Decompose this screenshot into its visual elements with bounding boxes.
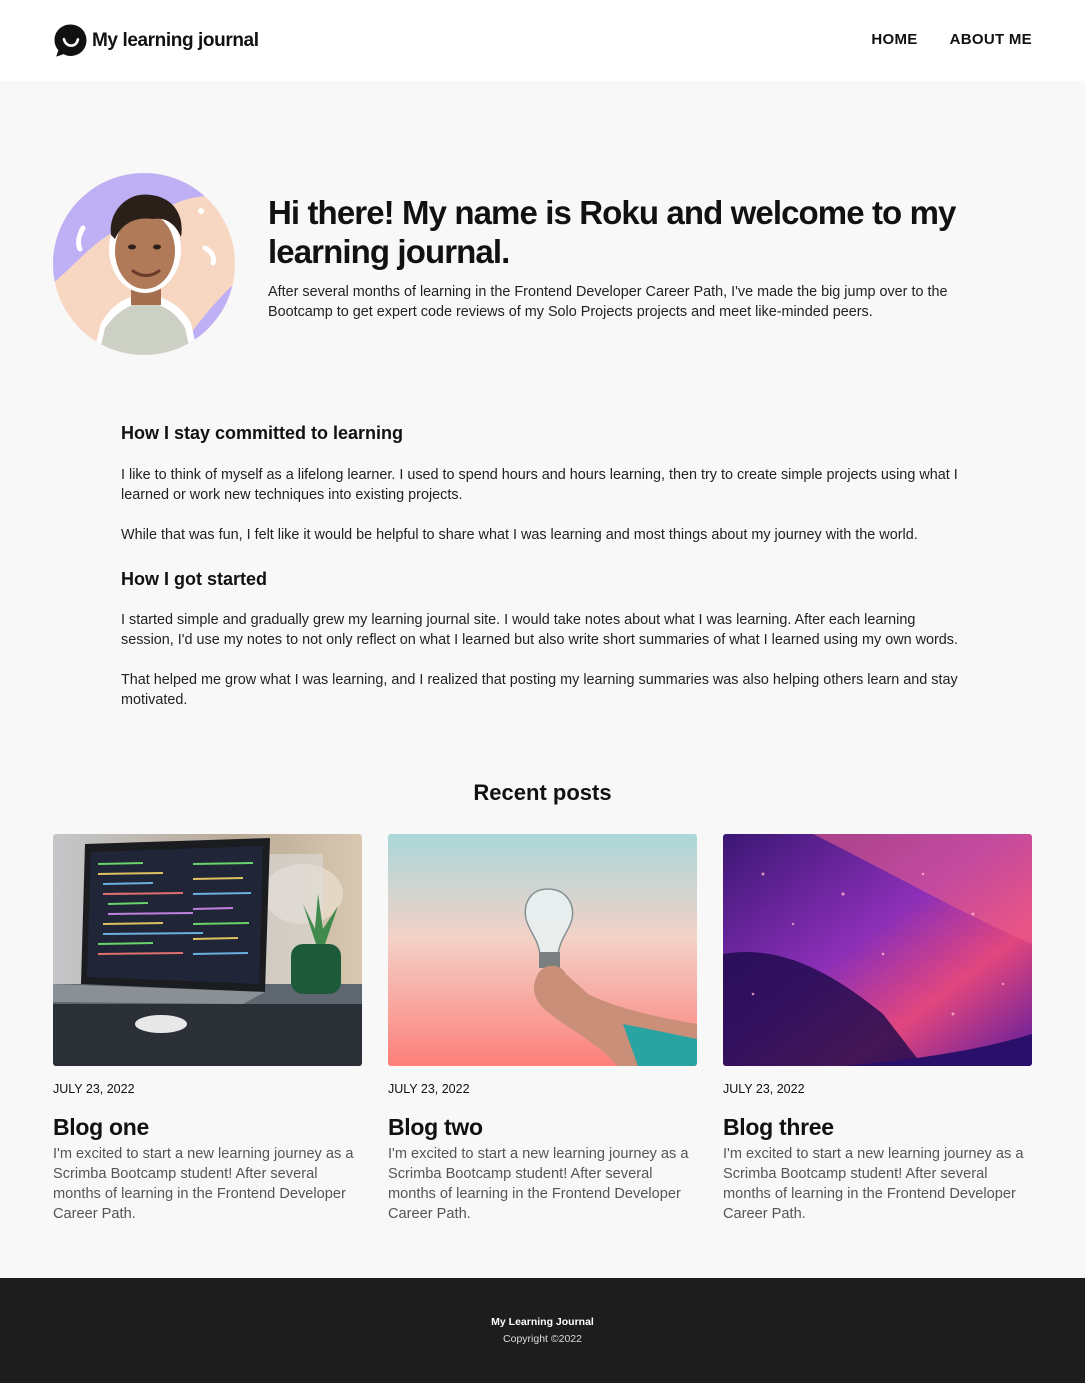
- hero-text: After several months of learning in the …: [268, 284, 948, 320]
- article-paragraph: I like to think of myself as a lifelong …: [121, 467, 958, 503]
- post-card[interactable]: JULY 23, 2022 Blog one I'm excited to st…: [53, 834, 362, 1224]
- about-article: How I stay committed to learning I like …: [121, 421, 966, 710]
- post-title[interactable]: Blog one: [53, 1113, 362, 1141]
- article-heading-started: How I got started: [121, 569, 268, 589]
- post-image[interactable]: [53, 834, 362, 1066]
- post-card[interactable]: JULY 23, 2022 Blog two I'm excited to st…: [388, 834, 697, 1224]
- site-header: My learning journal HOME ABOUT ME: [0, 0, 1085, 81]
- post-excerpt: I'm excited to start a new learning jour…: [388, 1146, 689, 1222]
- laptop-code-photo: [53, 834, 362, 1066]
- footer-title: My Learning Journal: [491, 1316, 594, 1328]
- footer-copyright: Copyright ©2022: [503, 1333, 582, 1345]
- hero-title: Hi there! My name is Roku and welcome to…: [268, 194, 956, 270]
- avatar: [53, 173, 235, 355]
- post-title[interactable]: Blog two: [388, 1113, 697, 1141]
- main-nav: HOME ABOUT ME: [871, 31, 1032, 48]
- post-excerpt: I'm excited to start a new learning jour…: [723, 1146, 1024, 1222]
- chat-smile-icon: [54, 24, 87, 57]
- post-card[interactable]: JULY 23, 2022 Blog three I'm excited to …: [723, 834, 1032, 1224]
- post-image[interactable]: [723, 834, 1032, 1066]
- post-excerpt: I'm excited to start a new learning jour…: [53, 1146, 354, 1222]
- profile-photo: [53, 173, 235, 355]
- nav-about-me-link[interactable]: ABOUT ME: [950, 31, 1032, 48]
- article-paragraph: I started simple and gradually grew my l…: [121, 612, 959, 648]
- post-date: JULY 23, 2022: [388, 1082, 470, 1096]
- recent-posts-title: Recent posts: [473, 780, 612, 805]
- post-title[interactable]: Blog three: [723, 1113, 1032, 1141]
- post-date: JULY 23, 2022: [53, 1082, 135, 1096]
- lightbulb-hand-photo: [388, 834, 697, 1066]
- hero-section: Hi there! My name is Roku and welcome to…: [53, 173, 1033, 355]
- post-date: JULY 23, 2022: [723, 1082, 805, 1096]
- site-footer: My Learning Journal Copyright ©2022: [0, 1278, 1085, 1383]
- nav-home-link[interactable]: HOME: [871, 31, 917, 48]
- article-paragraph: While that was fun, I felt like it would…: [121, 527, 918, 543]
- article-heading-committed: How I stay committed to learning: [121, 423, 404, 443]
- brand-title: My learning journal: [92, 29, 259, 51]
- brand-logo-link[interactable]: My learning journal: [53, 23, 259, 58]
- purple-abstract-photo: [723, 834, 1032, 1066]
- article-paragraph: That helped me grow what I was learning,…: [121, 672, 958, 708]
- post-image[interactable]: [388, 834, 697, 1066]
